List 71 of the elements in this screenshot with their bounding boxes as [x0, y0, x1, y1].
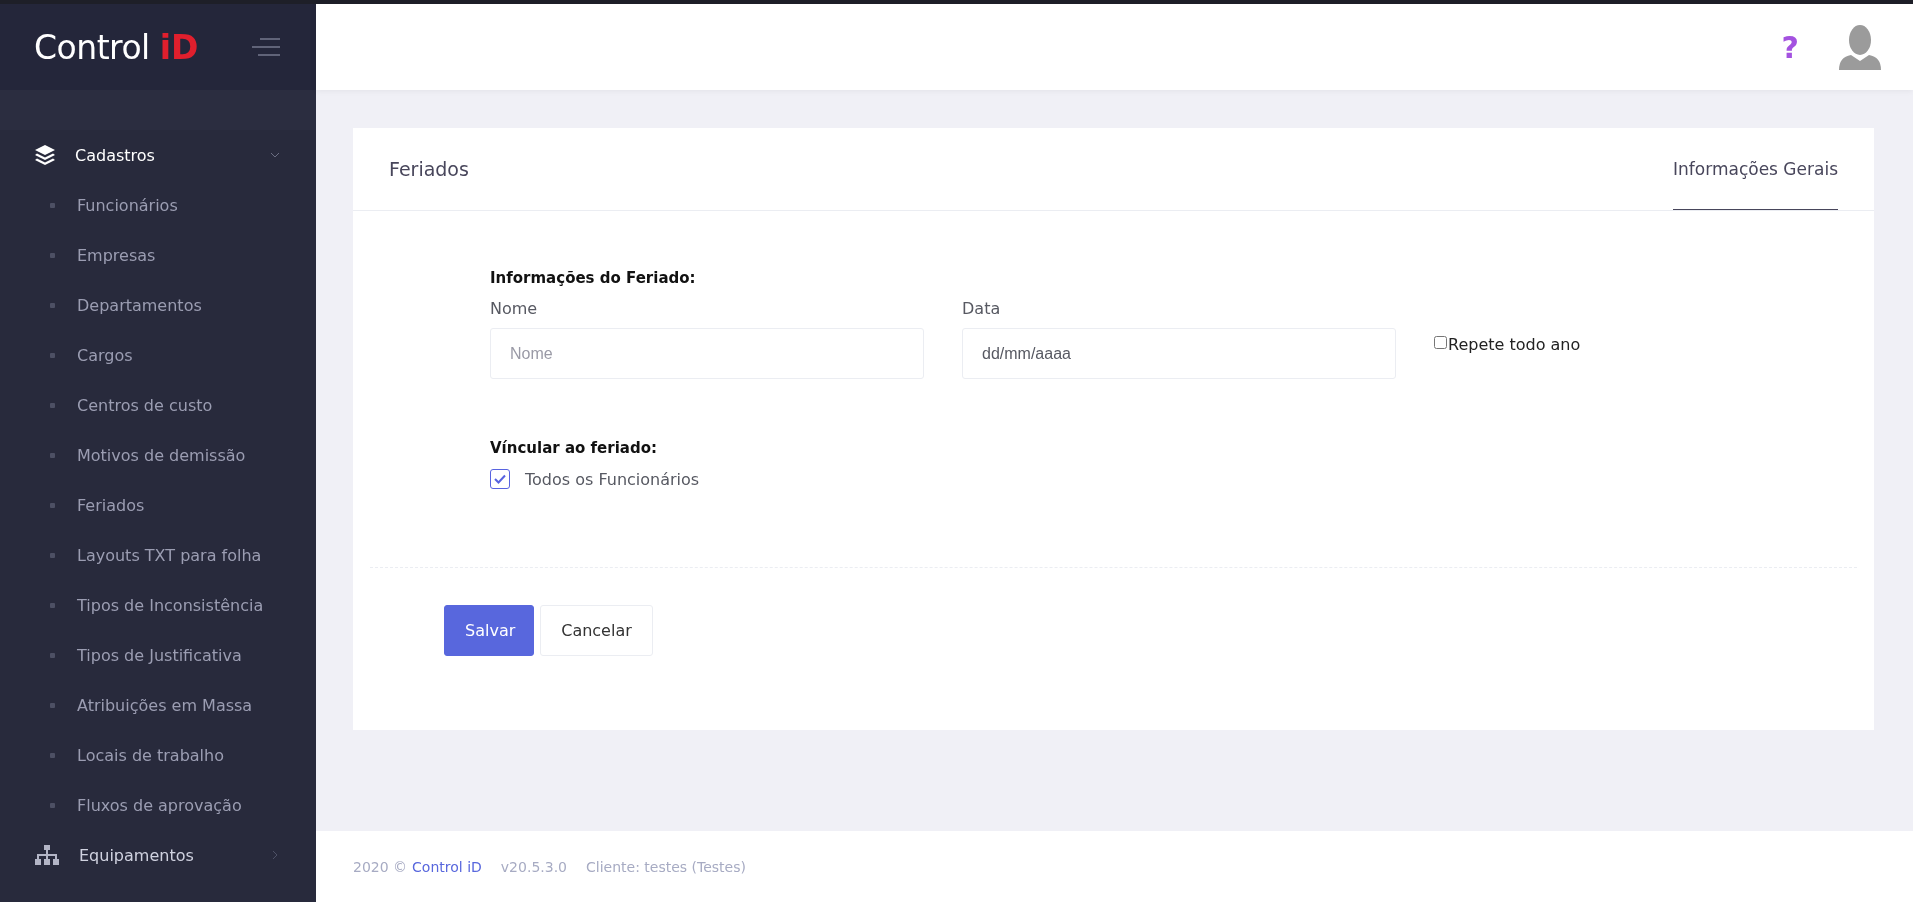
- checkbox[interactable]: [1434, 336, 1447, 349]
- chevron-right-icon: [270, 850, 280, 860]
- bullet-icon: [50, 702, 55, 708]
- logo-accent: iD: [159, 27, 199, 67]
- submenu-item[interactable]: Tipos de Inconsistência: [0, 580, 316, 630]
- bullet-icon: [50, 802, 55, 808]
- input-field[interactable]: dd/mm/aaaa: [962, 328, 1396, 379]
- bullet-icon: [50, 552, 55, 558]
- submenu-item[interactable]: Locais de trabalho: [0, 730, 316, 780]
- bullet-icon: [50, 452, 55, 458]
- check-icon: [494, 474, 506, 484]
- submenu-label[interactable]: Tipos de Justificativa: [77, 645, 242, 665]
- submenu-label[interactable]: Departamentos: [77, 295, 202, 315]
- chevron-down-icon: [270, 150, 280, 160]
- menu-button[interactable]: [252, 37, 280, 57]
- bullet-icon: [50, 502, 55, 508]
- section-title: Víncular ao feriado:: [490, 439, 658, 457]
- brand-link[interactable]: Control iD: [412, 858, 482, 875]
- submenu-label[interactable]: Motivos de demissão: [77, 445, 246, 465]
- section-title: Informações do Feriado:: [490, 269, 697, 287]
- submenu-label[interactable]: Funcionários: [77, 195, 178, 215]
- input-field[interactable]: Nome: [490, 328, 924, 379]
- bullet-icon: [50, 602, 55, 608]
- submenu-item[interactable]: Atribuições em Massa: [0, 680, 316, 730]
- menu-icon: [252, 37, 280, 57]
- submenu-item[interactable]: Centros de custo: [0, 380, 316, 430]
- save-button[interactable]: Salvar: [444, 605, 534, 656]
- help-icon[interactable]: ?: [1781, 29, 1799, 65]
- bullet-icon: [50, 202, 55, 208]
- client-text: Cliente: testes (Testes): [586, 858, 746, 875]
- bullet-icon: [50, 352, 55, 358]
- field-label: Data: [962, 299, 1002, 318]
- submenu-label[interactable]: Tipos de Inconsistência: [77, 595, 264, 615]
- layers-icon: [34, 144, 56, 166]
- submenu-label[interactable]: Empresas: [77, 245, 156, 265]
- cancel-button[interactable]: Cancelar: [540, 605, 653, 656]
- logo-text: Control: [34, 27, 150, 67]
- bullet-icon: [50, 402, 55, 408]
- submenu-label[interactable]: Feriados: [77, 495, 145, 515]
- submenu-label[interactable]: Locais de trabalho: [77, 745, 224, 765]
- submenu-item[interactable]: Layouts TXT para folha: [0, 530, 316, 580]
- sitemap-icon: [34, 844, 60, 866]
- avatar-icon: [1837, 24, 1883, 70]
- bullet-icon: [50, 252, 55, 258]
- bullet-icon: [50, 752, 55, 758]
- nav-label[interactable]: Cadastros: [75, 145, 251, 165]
- checkbox[interactable]: [490, 469, 510, 489]
- submenu-label[interactable]: Cargos: [77, 345, 133, 365]
- submenu-item[interactable]: Motivos de demissão: [0, 430, 316, 480]
- submenu-item[interactable]: Feriados: [0, 480, 316, 530]
- submenu-label[interactable]: Fluxos de aprovação: [77, 795, 242, 815]
- submenu-label[interactable]: Layouts TXT para folha: [77, 545, 262, 565]
- submenu-label[interactable]: Atribuições em Massa: [77, 695, 253, 715]
- submenu-label[interactable]: Centros de custo: [77, 395, 213, 415]
- version-text: v20.5.3.0: [500, 858, 567, 875]
- submenu-item[interactable]: Cargos: [0, 330, 316, 380]
- submenu-item[interactable]: Empresas: [0, 230, 316, 280]
- submenu-item[interactable]: Funcionários: [0, 180, 316, 230]
- nav-item[interactable]: Equipamentos: [0, 830, 316, 880]
- submenu-item[interactable]: Departamentos: [0, 280, 316, 330]
- copyright-text: 2020 ©: [353, 858, 408, 875]
- tab[interactable]: Informações Gerais: [1673, 128, 1838, 210]
- checkbox-label: Todos os Funcionários: [525, 469, 700, 489]
- nav-item[interactable]: Cadastros: [0, 130, 316, 180]
- bullet-icon: [50, 652, 55, 658]
- bullet-icon: [50, 302, 55, 308]
- field-label: Nome: [490, 299, 539, 318]
- nav-label[interactable]: Equipamentos: [79, 845, 251, 865]
- card-title: Feriados: [389, 158, 469, 180]
- submenu-item[interactable]: Tipos de Justificativa: [0, 630, 316, 680]
- submenu-item[interactable]: Fluxos de aprovação: [0, 780, 316, 830]
